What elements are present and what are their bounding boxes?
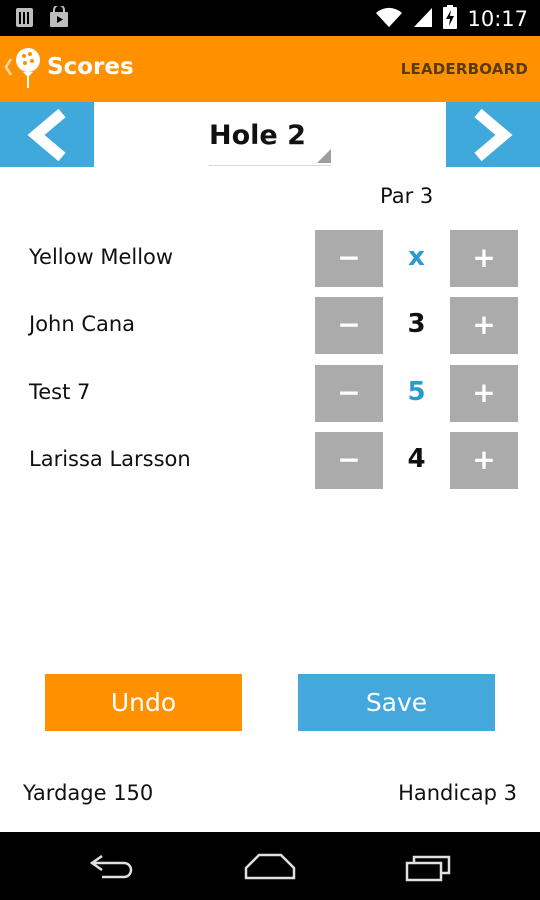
handicap-label: Handicap 3 — [398, 781, 517, 805]
player-name: John Cana — [29, 312, 136, 336]
battery-charging-icon — [443, 5, 458, 33]
golf-ball-logo-icon[interactable] — [12, 44, 44, 98]
previous-hole-button[interactable] — [0, 102, 94, 167]
decrease-score-button[interactable]: − — [315, 432, 383, 489]
decrease-score-button[interactable]: − — [315, 230, 383, 287]
increase-score-button[interactable]: + — [450, 432, 518, 489]
player-row: Larissa Larsson − 4 + — [0, 432, 540, 490]
home-icon[interactable] — [243, 852, 297, 880]
score-value: 3 — [407, 309, 426, 339]
score-value: 4 — [407, 444, 426, 474]
notification-icons — [14, 4, 70, 32]
recents-icon[interactable] — [404, 852, 454, 882]
decrease-score-button[interactable]: − — [315, 297, 383, 354]
status-bar: 10:17 — [0, 0, 540, 36]
sim-card-icon — [14, 6, 36, 32]
yardage-label: Yardage 150 — [23, 781, 154, 805]
wifi-icon — [375, 6, 403, 32]
decrease-score-button[interactable]: − — [315, 365, 383, 422]
system-navigation-bar — [0, 832, 540, 900]
back-icon[interactable] — [88, 852, 138, 880]
player-row: Yellow Mellow − x + — [0, 230, 540, 288]
player-name: Yellow Mellow — [29, 245, 174, 269]
shop-bag-icon — [48, 4, 70, 32]
score-value: x — [408, 242, 425, 272]
chevron-right-icon — [474, 109, 513, 161]
signal-icon — [413, 6, 433, 32]
leaderboard-button[interactable]: LEADERBOARD — [401, 60, 528, 78]
next-hole-button[interactable] — [446, 102, 540, 167]
player-name: Larissa Larsson — [29, 447, 191, 471]
increase-score-button[interactable]: + — [450, 365, 518, 422]
hole-label: Hole 2 — [209, 120, 306, 151]
player-name: Test 7 — [29, 380, 91, 404]
hole-navigation: Hole 2 — [0, 102, 540, 167]
hole-dropdown[interactable]: Hole 2 — [209, 120, 331, 166]
par-label: Par 3 — [380, 184, 434, 208]
player-row: John Cana − 3 + — [0, 297, 540, 355]
player-row: Test 7 − 5 + — [0, 365, 540, 423]
score-value: 5 — [407, 377, 426, 407]
undo-button[interactable]: Undo — [45, 674, 242, 731]
action-bar: Scores LEADERBOARD — [0, 36, 540, 102]
increase-score-button[interactable]: + — [450, 230, 518, 287]
dropdown-triangle-icon — [317, 149, 331, 163]
page-title: Scores — [47, 54, 134, 80]
save-button[interactable]: Save — [298, 674, 495, 731]
clock: 10:17 — [467, 7, 528, 31]
chevron-left-icon — [27, 109, 66, 161]
increase-score-button[interactable]: + — [450, 297, 518, 354]
